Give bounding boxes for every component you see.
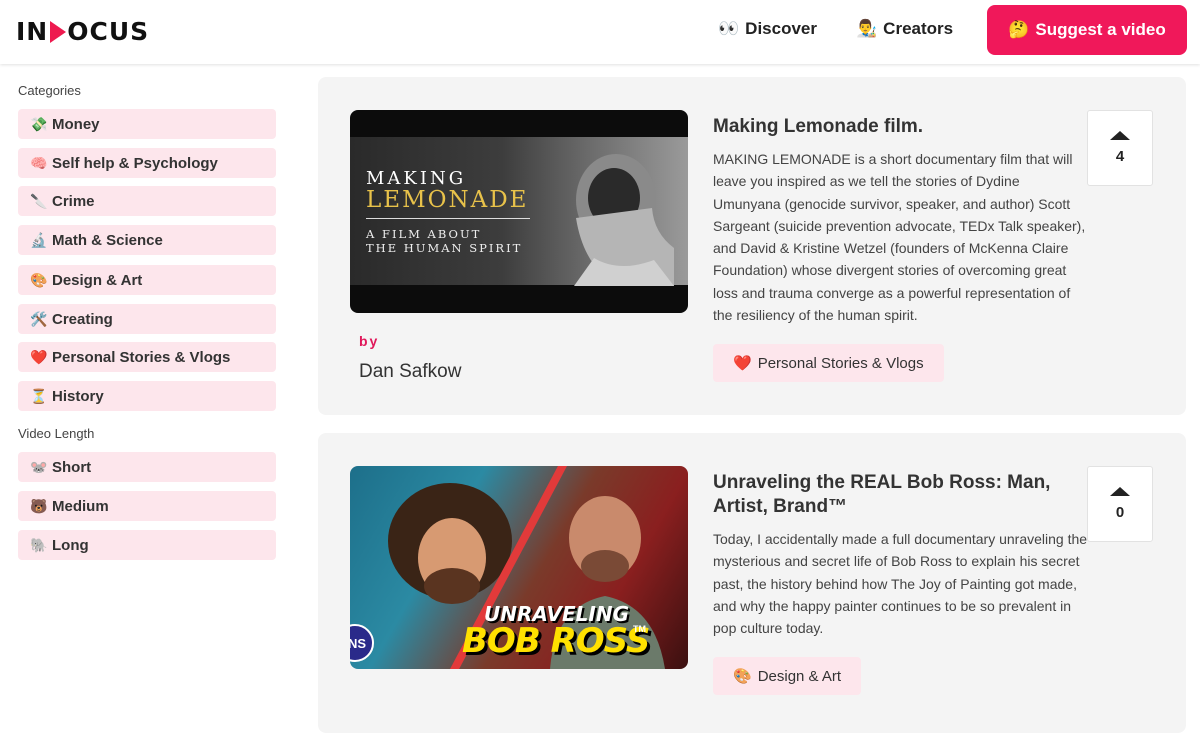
microscope-icon: 🔬 — [30, 231, 48, 248]
category-math-science[interactable]: 🔬 Math & Science — [18, 225, 276, 255]
category-label: History — [52, 387, 104, 405]
video-card: NS UNRAVELING BOB ROSS TM Unraveling the… — [318, 433, 1186, 733]
category-label: Self help & Psychology — [52, 154, 218, 172]
tag-label: Personal Stories & Vlogs — [757, 354, 924, 372]
knife-icon: 🔪 — [30, 192, 48, 209]
money-wings-icon: 💸 — [30, 115, 48, 132]
video-category-tag[interactable]: ❤️ Personal Stories & Vlogs — [713, 344, 944, 382]
thumbnail-text-making: MAKING — [366, 168, 467, 189]
category-history[interactable]: ⏳ History — [18, 381, 276, 411]
thumbnail-subtitle: A FILM ABOUT THE HUMAN SPIRIT — [366, 227, 522, 255]
play-logo-icon — [50, 20, 67, 43]
hourglass-icon: ⏳ — [30, 387, 48, 404]
category-label: Crime — [52, 192, 95, 210]
category-self-help[interactable]: 🧠 Self help & Psychology — [18, 148, 276, 178]
top-header: IN OCUS 👀 Discover 👨‍🎨 Creators 🤔 Sugges… — [0, 0, 1200, 64]
video-description: Today, I accidentally made a full docume… — [713, 531, 1088, 637]
heart-icon: ❤️ — [733, 355, 752, 372]
vote-count: 0 — [1115, 504, 1125, 521]
length-short[interactable]: 🐭 Short — [18, 452, 276, 482]
nav-creators-link[interactable]: 👨‍🎨 Creators — [856, 19, 953, 39]
thinking-face-icon: 🤔 — [1008, 20, 1030, 39]
video-title[interactable]: Making Lemonade film. — [713, 115, 1063, 139]
upvote-arrow-icon — [1110, 487, 1130, 496]
categories-heading: Categories — [18, 83, 81, 98]
nav-creators-label: Creators — [883, 19, 954, 38]
length-label: Long — [52, 536, 89, 554]
suggest-video-label: Suggest a video — [1035, 20, 1166, 39]
logo-text-left: IN — [16, 17, 49, 46]
tools-icon: 🛠️ — [30, 310, 48, 327]
palette-icon: 🎨 — [733, 668, 752, 685]
eyes-icon: 👀 — [718, 19, 740, 38]
bear-icon: 🐻 — [30, 497, 48, 514]
nav-discover-label: Discover — [745, 19, 817, 38]
category-label: Personal Stories & Vlogs — [52, 348, 231, 366]
heart-icon: ❤️ — [30, 348, 48, 365]
logo-text-right: OCUS — [67, 17, 150, 46]
thumbnail-text-lemonade: LEMONADE — [366, 187, 529, 213]
by-label: by — [359, 333, 380, 349]
infocus-logo[interactable]: IN OCUS — [16, 17, 149, 46]
category-money[interactable]: 💸 Money — [18, 109, 276, 139]
upvote-button[interactable]: 4 — [1087, 110, 1153, 186]
length-long[interactable]: 🐘 Long — [18, 530, 276, 560]
category-personal-stories[interactable]: ❤️ Personal Stories & Vlogs — [18, 342, 276, 372]
brain-icon: 🧠 — [30, 154, 48, 171]
upvote-button[interactable]: 0 — [1087, 466, 1153, 542]
category-design-art[interactable]: 🎨 Design & Art — [18, 265, 276, 295]
elephant-icon: 🐘 — [30, 536, 48, 553]
upvote-arrow-icon — [1110, 131, 1130, 140]
thumbnail-text-bob-ross: BOB ROSS — [462, 621, 650, 661]
thumbnail-subtitle-line: THE HUMAN SPIRIT — [366, 241, 523, 255]
palette-icon: 🎨 — [30, 271, 48, 288]
category-creating[interactable]: 🛠️ Creating — [18, 304, 276, 334]
video-length-heading: Video Length — [18, 426, 95, 441]
nav-discover-link[interactable]: 👀 Discover — [718, 19, 817, 39]
video-thumbnail[interactable]: MAKING LEMONADE A FILM ABOUT THE HUMAN S… — [350, 110, 688, 313]
length-medium[interactable]: 🐻 Medium — [18, 491, 276, 521]
category-label: Money — [52, 115, 100, 133]
category-label: Design & Art — [52, 271, 143, 289]
video-category-tag[interactable]: 🎨 Design & Art — [713, 657, 862, 695]
creator-name[interactable]: Dan Safkow — [359, 361, 461, 383]
category-label: Math & Science — [52, 231, 163, 249]
video-card: MAKING LEMONADE A FILM ABOUT THE HUMAN S… — [318, 77, 1186, 415]
length-label: Short — [52, 458, 92, 476]
category-crime[interactable]: 🔪 Crime — [18, 186, 276, 216]
thumbnail-divider — [366, 218, 530, 219]
vote-count: 4 — [1115, 148, 1125, 165]
tag-label: Design & Art — [757, 667, 842, 685]
artist-icon: 👨‍🎨 — [856, 19, 878, 38]
video-thumbnail[interactable]: NS UNRAVELING BOB ROSS TM — [350, 466, 688, 669]
suggest-video-button[interactable]: 🤔 Suggest a video — [987, 5, 1187, 55]
length-label: Medium — [52, 497, 109, 515]
category-label: Creating — [52, 310, 113, 328]
thumbnail-subtitle-line: A FILM ABOUT — [366, 227, 482, 241]
portrait-image — [574, 154, 674, 286]
sidebar: Categories 💸 Money 🧠 Self help & Psychol… — [0, 64, 300, 694]
mouse-icon: 🐭 — [30, 458, 48, 475]
video-title[interactable]: Unraveling the REAL Bob Ross: Man, Artis… — [713, 471, 1063, 519]
video-description: MAKING LEMONADE is a short documentary f… — [713, 151, 1086, 324]
thumbnail-trademark: TM — [633, 624, 646, 634]
